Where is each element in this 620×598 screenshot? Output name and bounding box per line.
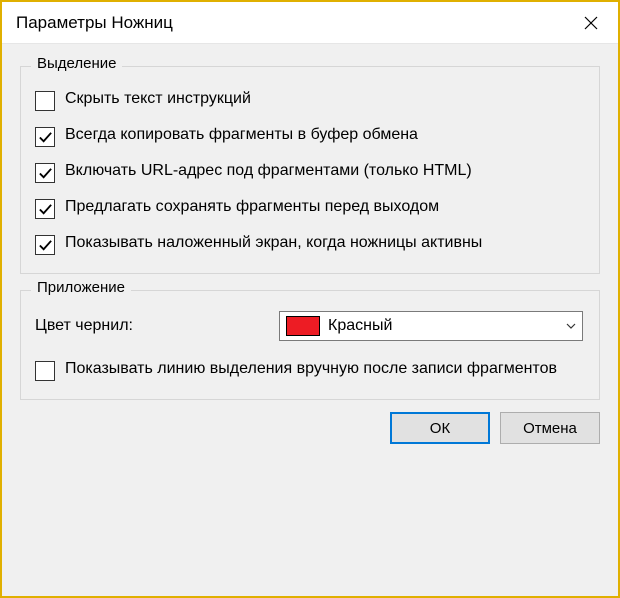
checkbox-show-overlay[interactable] bbox=[35, 235, 55, 255]
label-include-url: Включать URL-адрес под фрагментами (толь… bbox=[65, 161, 472, 182]
check-icon bbox=[38, 130, 53, 145]
close-icon bbox=[584, 16, 598, 30]
check-icon bbox=[38, 238, 53, 253]
ink-color-row: Цвет чернил: Красный bbox=[35, 311, 585, 341]
dialog-window: Параметры Ножниц Выделение Скрыть текст … bbox=[0, 0, 620, 598]
dialog-content: Выделение Скрыть текст инструкций Всегда… bbox=[2, 44, 618, 596]
label-copy-clipboard: Всегда копировать фрагменты в буфер обме… bbox=[65, 125, 418, 146]
ink-color-select[interactable]: Красный bbox=[279, 311, 583, 341]
label-hide-instructions: Скрыть текст инструкций bbox=[65, 89, 251, 110]
group-application: Приложение Цвет чернил: Красный Показыва… bbox=[20, 290, 600, 400]
cancel-button[interactable]: Отмена bbox=[500, 412, 600, 444]
color-swatch bbox=[286, 316, 320, 336]
dialog-buttons: ОК Отмена bbox=[20, 400, 600, 444]
dialog-title: Параметры Ножниц bbox=[16, 13, 173, 33]
option-show-overlay[interactable]: Показывать наложенный экран, когда ножни… bbox=[35, 233, 585, 255]
ok-button[interactable]: ОК bbox=[390, 412, 490, 444]
ink-color-value: Красный bbox=[328, 317, 560, 335]
checkbox-hide-instructions[interactable] bbox=[35, 91, 55, 111]
group-application-title: Приложение bbox=[31, 279, 131, 296]
option-include-url[interactable]: Включать URL-адрес под фрагментами (толь… bbox=[35, 161, 585, 183]
label-prompt-save: Предлагать сохранять фрагменты перед вых… bbox=[65, 197, 439, 218]
group-selection-title: Выделение bbox=[31, 55, 122, 72]
option-hide-instructions[interactable]: Скрыть текст инструкций bbox=[35, 89, 585, 111]
check-icon bbox=[38, 202, 53, 217]
checkbox-show-selection-line[interactable] bbox=[35, 361, 55, 381]
titlebar: Параметры Ножниц bbox=[2, 2, 618, 44]
option-show-selection-line[interactable]: Показывать линию выделения вручную после… bbox=[35, 359, 585, 381]
close-button[interactable] bbox=[568, 5, 614, 41]
check-icon bbox=[38, 166, 53, 181]
option-copy-clipboard[interactable]: Всегда копировать фрагменты в буфер обме… bbox=[35, 125, 585, 147]
ink-color-label: Цвет чернил: bbox=[35, 317, 265, 335]
label-show-selection-line: Показывать линию выделения вручную после… bbox=[65, 359, 557, 380]
label-show-overlay: Показывать наложенный экран, когда ножни… bbox=[65, 233, 482, 254]
option-prompt-save[interactable]: Предлагать сохранять фрагменты перед вых… bbox=[35, 197, 585, 219]
checkbox-include-url[interactable] bbox=[35, 163, 55, 183]
chevron-down-icon bbox=[560, 323, 582, 329]
group-selection: Выделение Скрыть текст инструкций Всегда… bbox=[20, 66, 600, 274]
checkbox-prompt-save[interactable] bbox=[35, 199, 55, 219]
checkbox-copy-clipboard[interactable] bbox=[35, 127, 55, 147]
